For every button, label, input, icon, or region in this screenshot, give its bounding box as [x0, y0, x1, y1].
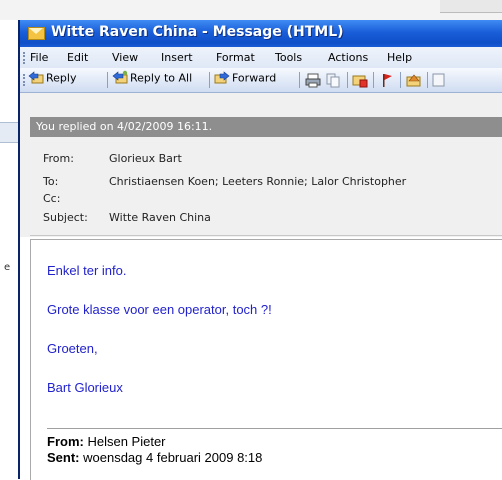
menu-bar-grip[interactable] [23, 52, 27, 64]
reply-button[interactable]: Reply [28, 71, 76, 89]
title-bar[interactable]: Witte Raven China - Message (HTML) [20, 20, 502, 47]
info-bar[interactable]: You replied on 4/02/2009 16:11. [30, 117, 502, 137]
menu-actions[interactable]: Actions [328, 51, 368, 64]
background-window-text: e [4, 262, 11, 273]
toolbar-separator [373, 72, 374, 88]
reply-icon [28, 71, 44, 84]
menu-help[interactable]: Help [387, 51, 412, 64]
standard-toolbar: Reply Reply to All Forward [20, 68, 502, 93]
from-label: From: [43, 152, 74, 165]
reply-to-all-button[interactable]: Reply to All [112, 70, 193, 89]
quoted-message-rule [47, 428, 502, 429]
toolbar-separator [209, 72, 210, 88]
reply-label: Reply [46, 71, 77, 85]
move-to-folder-icon[interactable] [352, 72, 368, 88]
envelope-icon [28, 27, 45, 40]
menu-file[interactable]: File [30, 51, 48, 64]
quoted-from-value: Helsen Pieter [87, 434, 166, 449]
message-header: You replied on 4/02/2009 16:11. From: Gl… [20, 93, 502, 237]
quoted-from-line: From: Helsen Pieter [47, 434, 166, 449]
menu-bar: File Edit View Insert Format Tools Actio… [20, 47, 502, 68]
forward-button[interactable]: Forward [214, 71, 276, 89]
cc-label: Cc: [43, 192, 61, 205]
quoted-sent-label: Sent: [47, 450, 80, 465]
toolbar-separator [299, 72, 300, 88]
forward-icon [214, 71, 230, 84]
menu-format[interactable]: Format [216, 51, 255, 64]
toolbar-separator [427, 72, 428, 88]
desktop-background-top [0, 0, 502, 20]
to-value[interactable]: Christiaensen Koen; Leeters Ronnie; Lalo… [109, 175, 406, 188]
background-window-edge [440, 0, 502, 13]
quoted-from-label: From: [47, 434, 84, 449]
reply-all-icon [112, 70, 128, 84]
toolbar-separator [107, 72, 108, 88]
menu-edit[interactable]: Edit [67, 51, 88, 64]
menu-tools[interactable]: Tools [275, 51, 302, 64]
flag-icon[interactable] [379, 72, 395, 88]
background-window-bar [0, 122, 18, 143]
forward-label: Forward [232, 71, 277, 85]
info-bar-text: You replied on 4/02/2009 16:11. [36, 120, 213, 133]
message-window: Witte Raven China - Message (HTML) File … [18, 20, 502, 480]
from-value[interactable]: Glorieux Bart [109, 152, 182, 165]
body-line: Grote klasse voor een operator, toch ?! [47, 302, 272, 317]
menu-view[interactable]: View [112, 51, 138, 64]
print-icon[interactable] [305, 72, 321, 88]
header-divider [30, 235, 502, 236]
next-item-icon[interactable] [432, 72, 448, 88]
reply-to-all-label: Reply to All [130, 71, 193, 85]
quoted-sent-line: Sent: woensdag 4 februari 2009 8:18 [47, 450, 262, 465]
signature: Bart Glorieux [47, 380, 123, 395]
subject-label: Subject: [43, 211, 88, 224]
toolbar-grip[interactable] [23, 74, 27, 86]
to-label: To: [43, 175, 59, 188]
toolbar-separator [400, 72, 401, 88]
toolbar-separator [347, 72, 348, 88]
body-line: Groeten, [47, 341, 98, 356]
message-body[interactable]: Enkel ter info. Grote klasse voor een op… [30, 239, 502, 480]
subject-value: Witte Raven China [109, 211, 211, 224]
window-title: Witte Raven China - Message (HTML) [51, 24, 344, 40]
desktop-background-left [0, 20, 18, 479]
quoted-sent-value: woensdag 4 februari 2009 8:18 [83, 450, 263, 465]
body-line: Enkel ter info. [47, 263, 127, 278]
previous-item-icon[interactable] [406, 72, 422, 88]
menu-insert[interactable]: Insert [161, 51, 193, 64]
copy-icon[interactable] [325, 72, 341, 88]
